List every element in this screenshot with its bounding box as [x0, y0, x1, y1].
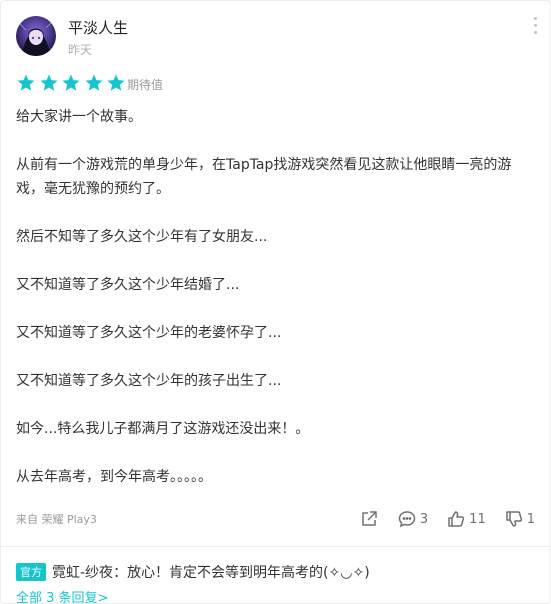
- share-button[interactable]: [359, 509, 379, 529]
- username[interactable]: 平淡人生: [68, 17, 128, 38]
- review-actions: 3 11 1: [341, 507, 535, 531]
- comment-icon: [398, 511, 416, 528]
- like-button[interactable]: 11: [446, 509, 486, 529]
- thumbs-up-icon: [448, 511, 465, 527]
- star-rating: [16, 73, 129, 93]
- review-body: 给大家讲一个故事。 从前有一个游戏荒的单身少年，在TapTap找游戏突然看见这款…: [16, 105, 538, 513]
- review-paragraph: 如今...特么我儿子都满月了这游戏还没出来！。: [16, 421, 310, 437]
- star-icon: [62, 74, 80, 91]
- review-footer: 来自 荣耀 Play3 3 11 1: [16, 507, 535, 531]
- rating-label: 期待值: [127, 78, 164, 92]
- review-paragraph: 又不知道等了多久这个少年的孩子出生了...: [16, 373, 282, 389]
- official-badge: 官方: [16, 563, 46, 581]
- review-paragraph: 又不知道等了多久这个少年结婚了...: [16, 277, 240, 293]
- device-info: 来自 荣耀 Play3: [16, 513, 97, 526]
- dislike-count: 1: [526, 511, 535, 527]
- post-date: 昨天: [68, 43, 93, 57]
- review-paragraph: 从去年高考，到今年高考。。。。。: [16, 469, 212, 485]
- view-all-replies-link[interactable]: 全部 3 条回复>: [16, 587, 108, 603]
- review-card: 平淡人生 昨天 期待值 给大家讲一个故事。 从前有一个游戏荒的单身少年，在Tap…: [0, 0, 551, 604]
- review-paragraph: 又不知道等了多久这个少年的老婆怀孕了...: [16, 325, 282, 341]
- star-icon: [40, 74, 57, 91]
- comment-button[interactable]: 3: [397, 509, 428, 529]
- star-icon: [85, 74, 102, 91]
- review-paragraph: 然后不知等了多久这个少年有了女朋友...: [16, 229, 268, 245]
- reply-separator: ：: [113, 565, 128, 581]
- dislike-button[interactable]: 1: [504, 509, 535, 529]
- comment-count: 3: [419, 511, 429, 527]
- review-paragraph: 从前有一个游戏荒的单身少年，在TapTap找游戏突然看见这款让他眼睛一亮的游戏，…: [16, 157, 512, 197]
- share-icon: [362, 511, 377, 526]
- more-options-icon[interactable]: [534, 17, 538, 39]
- reply-text: 放心！肯定不会等到明年高考的(✧◡✧): [127, 565, 370, 581]
- review-paragraph: 给大家讲一个故事。: [16, 109, 142, 125]
- reply-author[interactable]: 霓虹-纱夜: [52, 565, 113, 581]
- divider: [1, 546, 550, 547]
- avatar[interactable]: [16, 16, 56, 56]
- like-count: 11: [469, 511, 486, 527]
- official-reply[interactable]: 官方 霓虹-纱夜：放心！肯定不会等到明年高考的(✧◡✧): [16, 562, 370, 582]
- thumbs-down-icon: [505, 511, 522, 527]
- star-icon: [107, 74, 125, 91]
- star-icon: [17, 74, 35, 91]
